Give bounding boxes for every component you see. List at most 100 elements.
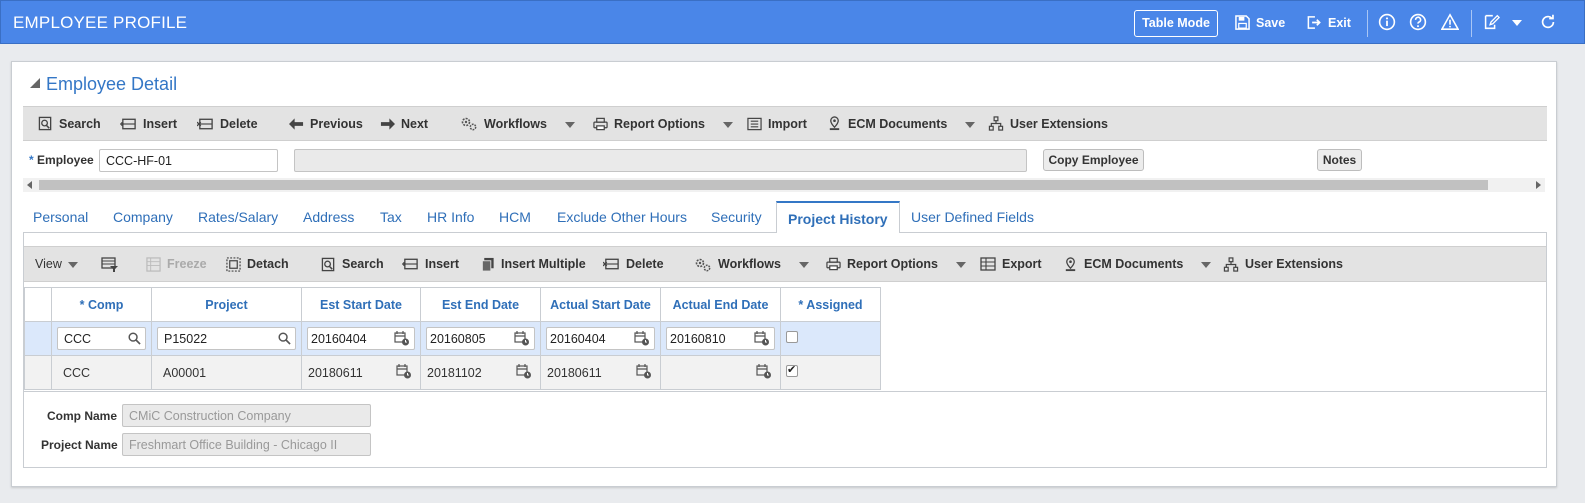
help-icon[interactable] — [1409, 13, 1427, 31]
tab-personal[interactable]: Personal — [33, 201, 88, 233]
chevron-down-icon[interactable] — [955, 257, 966, 271]
tab-tax[interactable]: Tax — [380, 201, 402, 233]
chevron-down-icon[interactable] — [564, 117, 575, 131]
grid-workflows-button[interactable]: Workflows — [694, 247, 809, 281]
notes-button[interactable]: Notes — [1317, 149, 1362, 171]
delete-button[interactable]: Delete — [197, 107, 258, 140]
col-comp[interactable]: * Comp — [51, 287, 152, 322]
grid-ecm-documents-label: ECM Documents — [1084, 257, 1184, 271]
view-menu-button[interactable]: View — [35, 247, 78, 281]
chevron-down-icon[interactable] — [722, 117, 733, 131]
tab-company[interactable]: Company — [113, 201, 173, 233]
chevron-down-icon[interactable] — [1512, 20, 1522, 26]
workflows-button[interactable]: Workflows — [460, 107, 575, 140]
delete-row-icon — [603, 258, 619, 270]
exit-button[interactable]: Exit — [1306, 15, 1351, 30]
grid-search-button[interactable]: Search — [321, 247, 384, 281]
ecm-documents-button[interactable]: ECM Documents — [827, 107, 976, 140]
assigned-checkbox[interactable] — [786, 331, 798, 343]
est-start-input[interactable]: 20160404 — [307, 327, 415, 350]
col-actual-start-date[interactable]: Actual Start Date — [540, 287, 661, 322]
edit-note-icon[interactable] — [1482, 13, 1500, 31]
report-options-button[interactable]: Report Options — [593, 107, 733, 140]
row-selector[interactable] — [24, 355, 52, 390]
freeze-button[interactable]: Freeze — [146, 247, 207, 281]
horizontal-scrollbar[interactable] — [23, 178, 1545, 192]
project-input[interactable]: P15022 — [157, 327, 296, 350]
row-selector[interactable] — [24, 321, 52, 356]
calendar-icon[interactable] — [396, 364, 412, 379]
actual-start-cell[interactable]: 20180611 — [540, 355, 661, 390]
scrollbar-thumb[interactable] — [39, 180, 1488, 190]
employee-input[interactable]: CCC-HF-01 — [99, 149, 278, 172]
chevron-down-icon[interactable] — [965, 117, 976, 131]
query-by-example-button[interactable] — [101, 247, 119, 281]
exit-icon — [1307, 16, 1321, 29]
calendar-icon[interactable] — [634, 331, 650, 346]
tab-address[interactable]: Address — [303, 201, 354, 233]
export-button[interactable]: Export — [980, 247, 1042, 281]
panel-title[interactable]: Employee Detail — [30, 74, 177, 95]
freeze-icon — [146, 256, 161, 272]
previous-button[interactable]: Previous — [289, 107, 363, 140]
calendar-icon[interactable] — [514, 331, 530, 346]
grid-insert-button[interactable]: Insert — [402, 247, 459, 281]
col-est-end-date[interactable]: Est End Date — [420, 287, 541, 322]
project-cell[interactable]: A00001 — [151, 355, 302, 390]
grid-user-extensions-button[interactable]: User Extensions — [1223, 247, 1343, 281]
table-row[interactable]: CCC A00001 20180611 20181102 20180611 — [24, 355, 881, 390]
search-button[interactable]: Search — [38, 107, 101, 140]
tab-exclude-other-hours[interactable]: Exclude Other Hours — [557, 201, 687, 233]
col-project[interactable]: Project — [151, 287, 302, 322]
calendar-icon[interactable] — [754, 331, 770, 346]
chevron-down-icon[interactable] — [1201, 257, 1212, 271]
assigned-checkbox[interactable] — [786, 363, 798, 377]
col-assigned[interactable]: * Assigned — [780, 287, 881, 322]
info-icon[interactable] — [1378, 13, 1396, 31]
col-est-start-date[interactable]: Est Start Date — [301, 287, 421, 322]
actual-end-cell[interactable] — [660, 355, 781, 390]
est-end-cell[interactable]: 20181102 — [420, 355, 541, 390]
refresh-icon[interactable] — [1539, 13, 1557, 31]
insert-button[interactable]: Insert — [120, 107, 177, 140]
chevron-down-icon[interactable] — [798, 257, 809, 271]
tab-rates-salary[interactable]: Rates/Salary — [198, 201, 278, 233]
copy-employee-button[interactable]: Copy Employee — [1043, 149, 1144, 171]
exit-label: Exit — [1328, 15, 1351, 30]
tab-hr-info[interactable]: HR Info — [427, 201, 474, 233]
import-button[interactable]: Import — [747, 107, 807, 140]
comp-cell[interactable]: CCC — [51, 355, 152, 390]
scroll-left-icon[interactable] — [27, 181, 32, 189]
actual-start-input[interactable]: 20160404 — [546, 327, 655, 350]
comp-input[interactable]: CCC — [57, 327, 146, 350]
est-end-input[interactable]: 20160805 — [426, 327, 535, 350]
next-button[interactable]: Next — [380, 107, 428, 140]
col-actual-end-date[interactable]: Actual End Date — [660, 287, 781, 322]
tab-hcm[interactable]: HCM — [499, 201, 531, 233]
table-row[interactable]: CCC P15022 20160404 20160805 20160404 20… — [24, 321, 881, 356]
tab-security[interactable]: Security — [711, 201, 762, 233]
search-icon[interactable] — [278, 332, 291, 345]
insert-multiple-button[interactable]: Insert Multiple — [481, 247, 586, 281]
grid-ecm-documents-button[interactable]: ECM Documents — [1063, 247, 1212, 281]
warning-icon[interactable] — [1441, 13, 1459, 31]
search-icon[interactable] — [128, 332, 141, 345]
scroll-right-icon[interactable] — [1536, 181, 1541, 189]
tab-user-defined-fields[interactable]: User Defined Fields — [911, 201, 1034, 233]
est-start-cell[interactable]: 20180611 — [301, 355, 421, 390]
user-extensions-button[interactable]: User Extensions — [988, 107, 1108, 140]
calendar-icon[interactable] — [636, 364, 652, 379]
table-mode-button[interactable]: Table Mode — [1134, 10, 1218, 37]
calendar-icon[interactable] — [516, 364, 532, 379]
actual-end-input[interactable]: 20160810 — [666, 327, 775, 350]
tab-project-history[interactable]: Project History — [776, 201, 900, 233]
save-button[interactable]: Save — [1235, 15, 1285, 30]
calendar-icon[interactable] — [394, 331, 410, 346]
detach-button[interactable]: Detach — [226, 247, 289, 281]
grid-toolbar: View Freeze Detach Search Insert Insert … — [24, 246, 1546, 282]
grid-delete-button[interactable]: Delete — [603, 247, 664, 281]
grid-insert-label: Insert — [425, 257, 460, 271]
grid-report-options-button[interactable]: Report Options — [826, 247, 966, 281]
collapse-triangle-icon[interactable] — [30, 77, 40, 88]
calendar-icon[interactable] — [756, 364, 772, 379]
